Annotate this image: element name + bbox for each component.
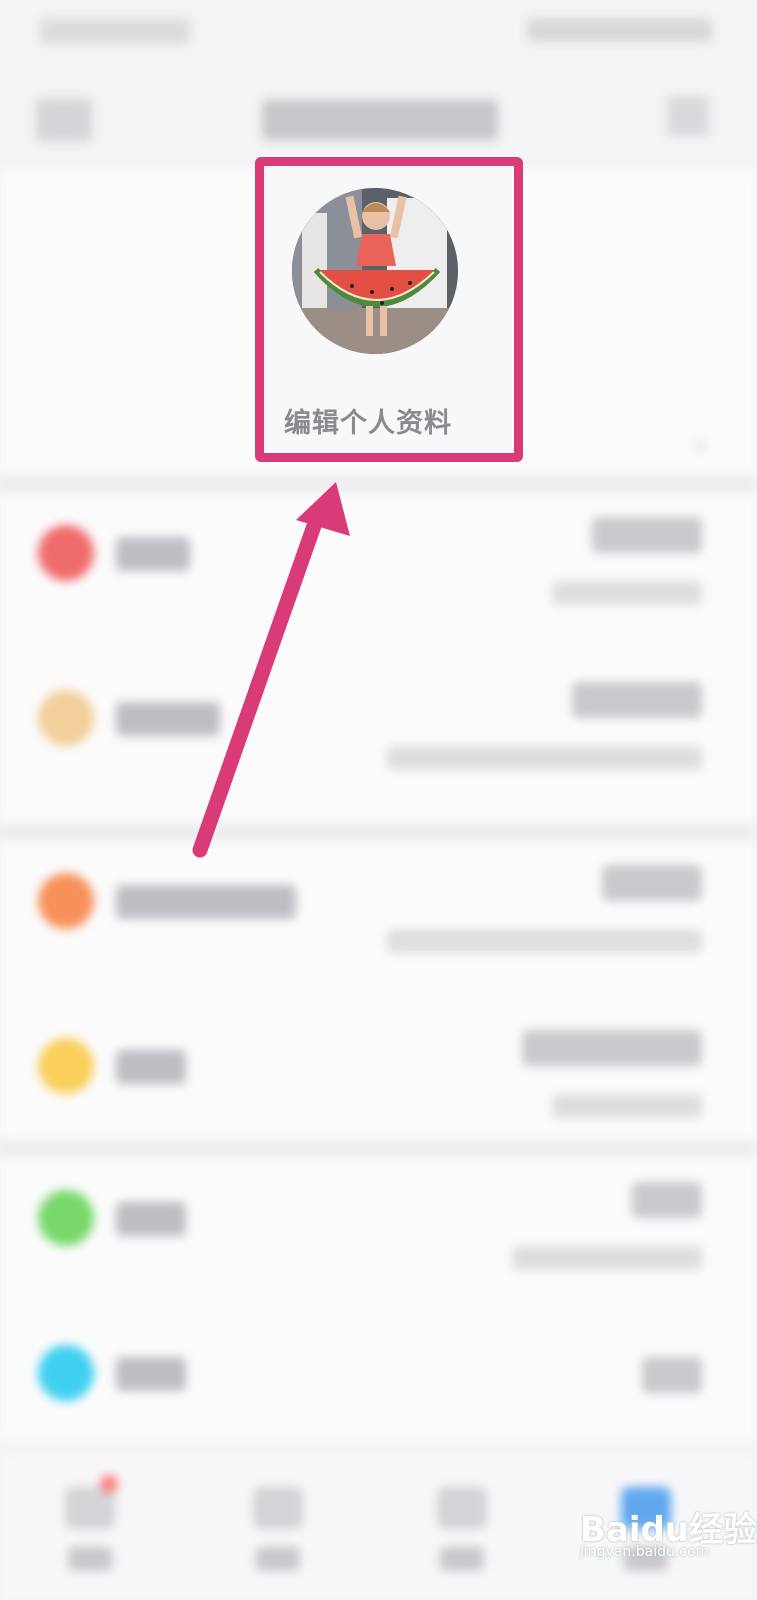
record-icon [38,1190,94,1246]
status-bar [0,0,757,70]
list-item-subtext [552,581,702,605]
coupon-icon [38,1038,94,1094]
list-item-label [116,885,296,919]
list-item[interactable] [0,658,757,823]
list-item-subtext [387,746,702,770]
tab-label [256,1547,300,1571]
list-item-label [116,1202,186,1236]
list-item-value [592,517,702,553]
list-item[interactable] [0,1158,757,1323]
list-item-label [116,702,220,736]
list-item-label [116,1357,186,1391]
avatar[interactable] [292,188,458,354]
tab-message[interactable] [422,1475,502,1585]
page-title [262,100,498,140]
list-item[interactable] [0,1323,757,1441]
highlight-box: 编辑个人资料 [255,157,523,462]
watermark-url: jingyan.baidu.com [580,1544,710,1560]
message-icon [38,1345,94,1401]
app-screen: › 编辑个人资料 Baidu经验 jingyan.baidu.com [0,0,757,1600]
tab-discover[interactable] [238,1475,318,1585]
divider [0,475,757,493]
watermark: Baidu经验 jingyan.baidu.com [580,1490,757,1570]
battery-time [527,18,712,42]
list-item-subtext [512,1246,702,1270]
menu-icon[interactable] [36,98,92,142]
list-item-label [116,1050,186,1084]
discover-icon [253,1487,303,1529]
carrier-info [40,18,190,44]
list-item-value [642,1357,702,1393]
list-item[interactable] [0,841,757,1006]
tab-home[interactable] [50,1475,130,1585]
chat-icon [437,1487,487,1529]
list-item-label [116,537,190,571]
avatar-photo [292,188,458,354]
list-item-value [632,1182,702,1218]
chevron-right-icon: › [693,425,707,465]
list-item-subtext [387,929,702,953]
divider [0,823,757,841]
settings-icon[interactable] [667,96,709,136]
edit-profile-label[interactable]: 编辑个人资料 [284,401,452,440]
list-item[interactable] [0,493,757,658]
account-icon [38,525,94,581]
notification-badge [100,1475,118,1493]
list-item-subtext [552,1094,702,1118]
tab-label [68,1547,112,1571]
list-item-value [572,682,702,718]
home-icon [65,1487,115,1529]
card-icon [38,690,94,746]
tab-label [440,1547,484,1571]
divider [0,1140,757,1158]
list-item-value [602,865,702,901]
order-icon [38,873,94,929]
list-item-value [522,1030,702,1066]
header [0,70,757,170]
